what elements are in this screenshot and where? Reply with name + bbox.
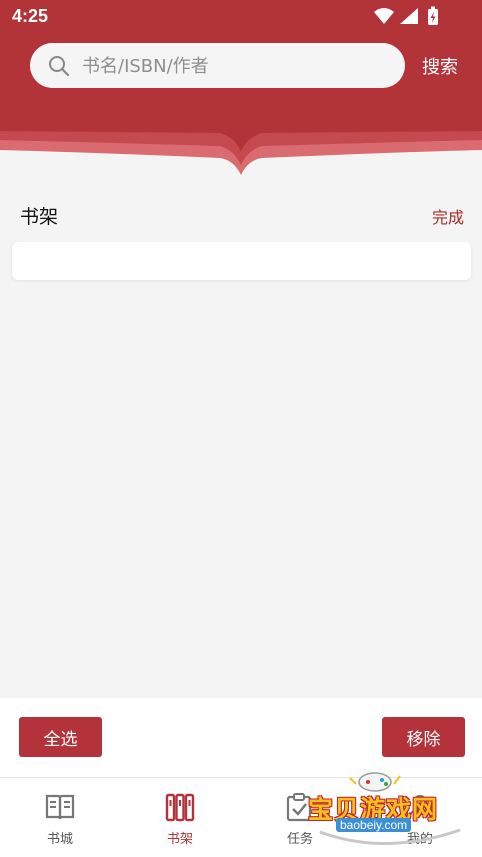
tab-label: 书架 bbox=[166, 832, 193, 847]
status-icons bbox=[374, 6, 438, 25]
shelf-card bbox=[12, 242, 471, 280]
status-time: 4:25 bbox=[12, 6, 49, 26]
watermark-logo: 宝贝游戏网 baobeiy.com bbox=[300, 768, 470, 850]
bookshelf-icon bbox=[165, 793, 195, 822]
shelf-title: 书架 bbox=[20, 206, 59, 228]
remove-button[interactable]: 移除 bbox=[382, 717, 465, 757]
tab-bookshelf[interactable]: 书架 bbox=[120, 778, 240, 857]
watermark-url: baobeiy.com bbox=[336, 818, 412, 832]
select-all-button[interactable]: 全选 bbox=[19, 717, 102, 757]
done-button[interactable]: 完成 bbox=[432, 204, 464, 228]
search-icon bbox=[49, 56, 70, 77]
open-book-icon bbox=[45, 794, 75, 820]
status-bar: 4:25 bbox=[0, 0, 482, 32]
tab-bookstore[interactable]: 书城 bbox=[0, 778, 120, 857]
app-header: 4:25 搜索 bbox=[0, 0, 482, 180]
search-input[interactable] bbox=[82, 53, 382, 79]
search-button[interactable]: 搜索 bbox=[418, 52, 462, 80]
action-bar: 全选 移除 bbox=[0, 698, 482, 778]
tab-label: 书城 bbox=[46, 832, 73, 847]
signal-icon bbox=[400, 8, 418, 24]
search-box[interactable] bbox=[30, 43, 405, 88]
wifi-icon bbox=[374, 8, 394, 24]
